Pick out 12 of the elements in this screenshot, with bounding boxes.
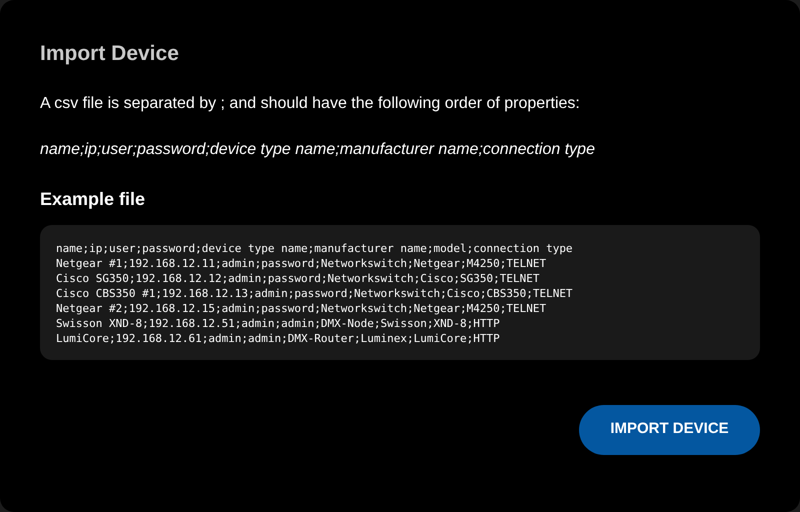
code-line: Cisco CBS350 #1;192.168.12.13;admin;password;Networkswitch;Cisco;CBS350;TELNET [56,286,573,300]
code-line: Netgear #2;192.168.12.15;admin;password;Networkswitch;Netgear;M4250;TELNET [56,300,546,316]
import-device-button[interactable]: IMPORT DEVICE [579,404,760,454]
format-text: name;ip;user;password;device type name;manufacturer name;connection type [40,140,595,160]
example-heading: Example file [40,188,146,211]
code-line: Swisson XND-8;192.168.12.51;admin;admin;DMX-Node;Swisson;XND-8;HTTP [56,316,500,330]
code-line: LumiCore;192.168.12.61;admin;admin;DMX-Router;Luminex;LumiCore;HTTP [56,330,500,346]
dialog-title: Import Device [40,41,179,67]
code-line: Netgear #1;192.168.12.11;admin;password;Networkswitch;Netgear;M4250;TELNET [56,256,546,270]
description-text: A csv file is separated by ; and should have the following order of properties: [40,94,580,114]
code-line: Cisco SG350;192.168.12.12;admin;password;Networkswitch;Cisco;SG350;TELNET [56,270,540,286]
code-line: name;ip;user;password;device type name;manufacturer name;model;connection type [56,240,573,256]
